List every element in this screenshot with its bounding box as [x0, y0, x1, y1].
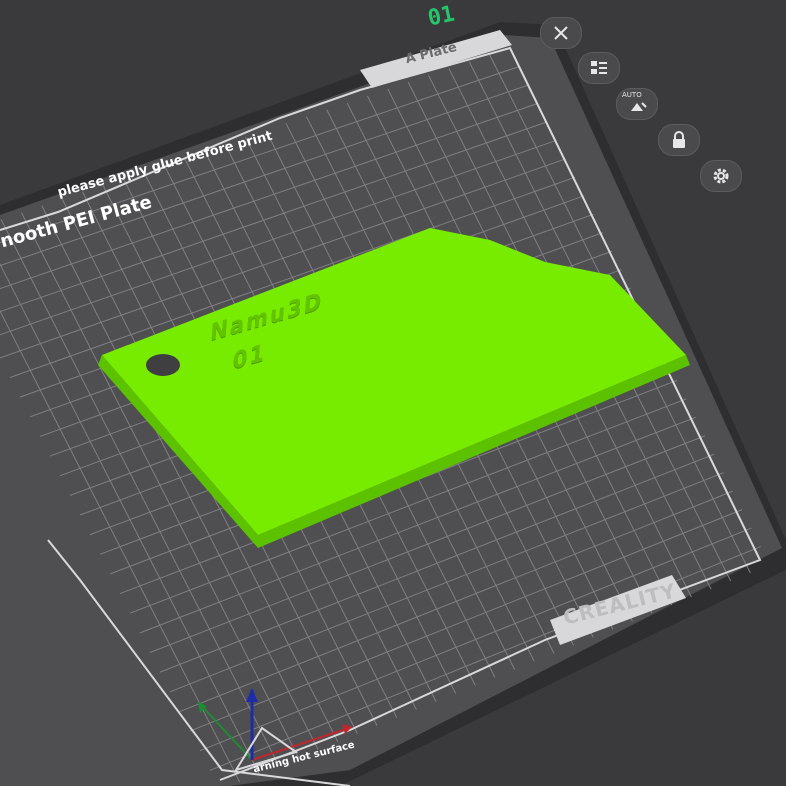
close-button[interactable] — [540, 17, 582, 49]
close-icon — [554, 26, 568, 40]
arrange-button[interactable] — [578, 52, 620, 84]
build-plate[interactable] — [0, 0, 786, 786]
arrange-icon — [591, 61, 607, 74]
lock-button[interactable] — [658, 124, 700, 156]
auto-orient-button[interactable]: AUTO — [616, 88, 658, 120]
lock-icon — [673, 131, 685, 148]
viewport-3d[interactable]: 01 A Plate please apply glue before prin… — [0, 0, 786, 786]
gear-icon — [713, 168, 729, 184]
model-hole — [146, 354, 180, 376]
settings-button[interactable] — [700, 160, 742, 192]
auto-label: AUTO — [622, 91, 642, 99]
